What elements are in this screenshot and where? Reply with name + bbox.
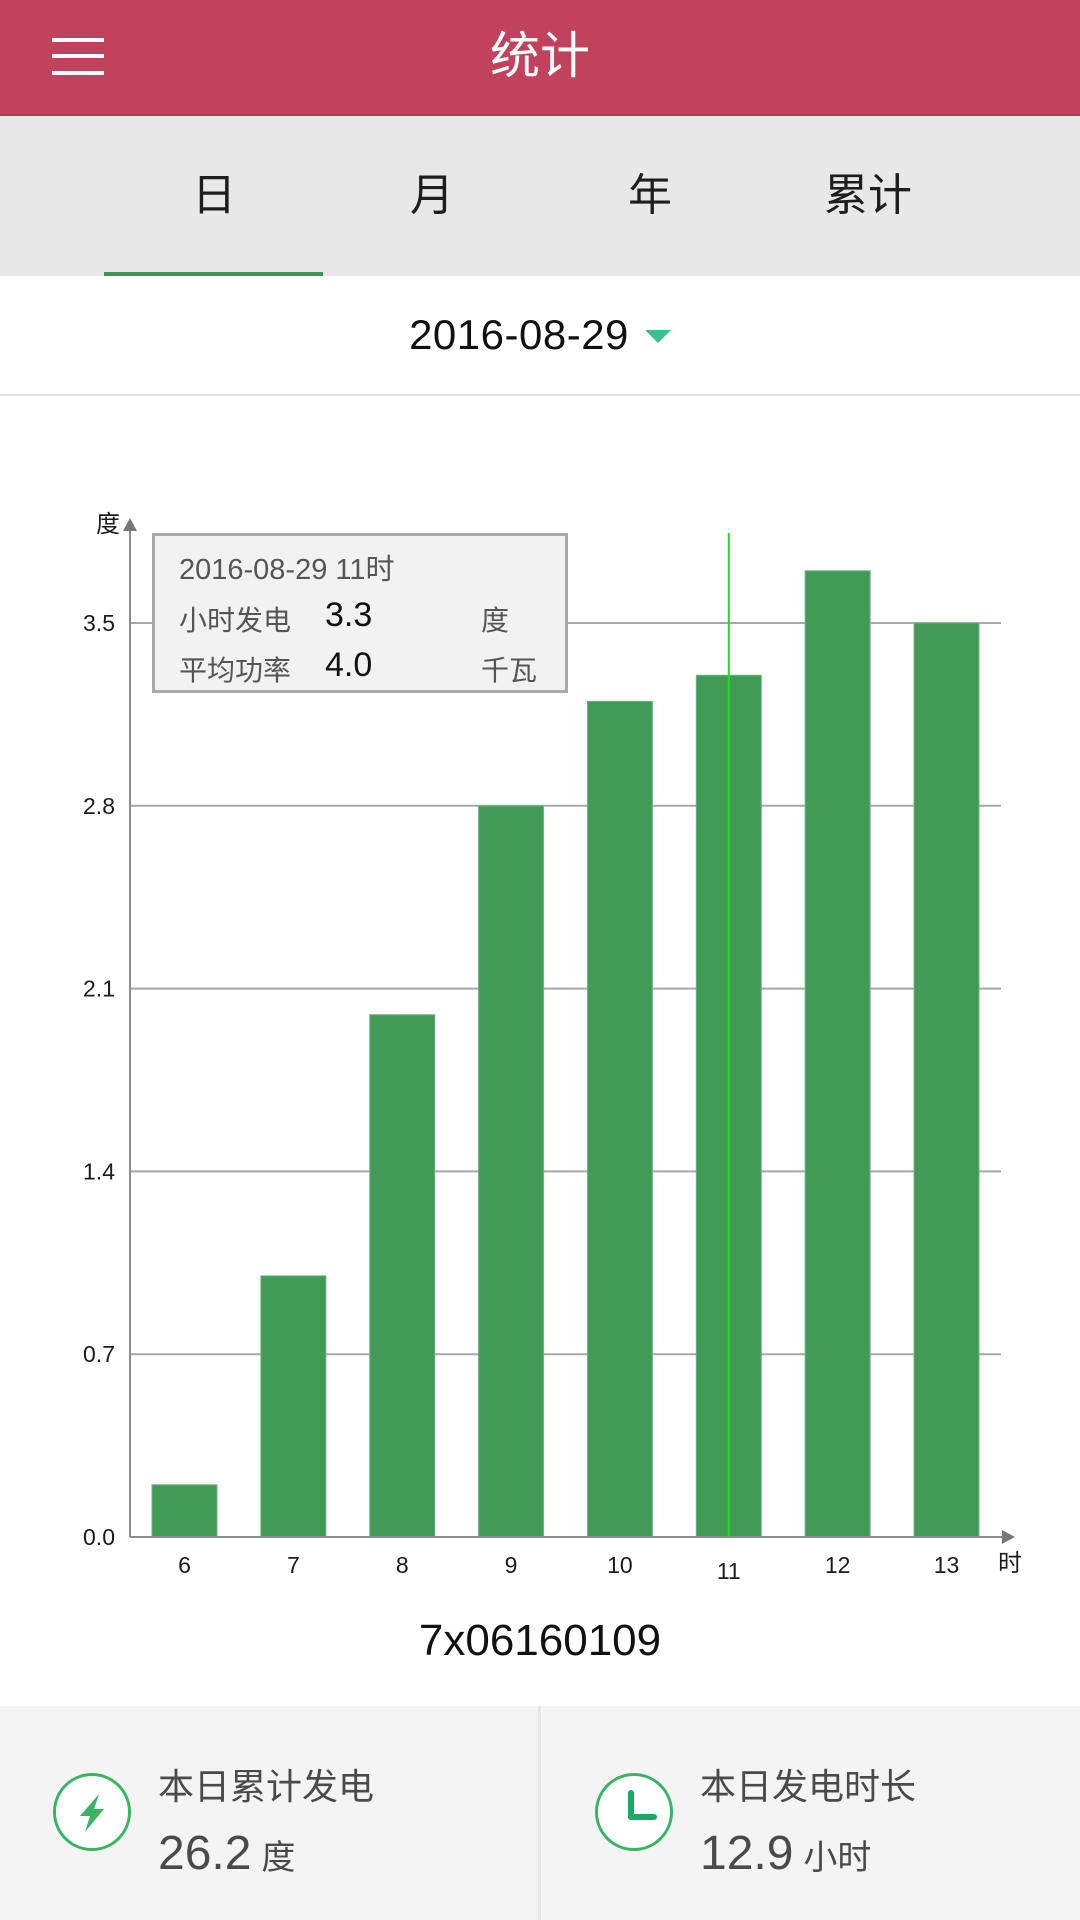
date-picker[interactable]: 2016-08-29 xyxy=(0,276,1080,394)
tooltip-label-hourly: 小时发电 xyxy=(179,604,292,637)
period-tab-bar: 日 月 年 累计 xyxy=(0,116,1080,277)
y-tick-label: 1.4 xyxy=(83,1158,115,1184)
y-axis-arrow-icon xyxy=(123,518,137,531)
lightning-bolt-icon xyxy=(53,1773,131,1851)
chart-tooltip: 2016-08-29 11时 小时发电 3.3 度 平均功率 4.0 千瓦 xyxy=(152,533,568,693)
y-tick-label: 2.1 xyxy=(83,976,115,1002)
daily-summary-footer: 本日累计发电 26.2 度 本日发电时长 12.9 小时 xyxy=(0,1706,1080,1920)
daily-duration-value-line: 12.9 小时 xyxy=(700,1826,871,1881)
hamburger-menu-icon[interactable] xyxy=(40,28,116,88)
y-tick-label: 0.0 xyxy=(83,1524,115,1550)
daily-duration-value: 12.9 xyxy=(700,1827,794,1880)
tooltip-value-power: 4.0 xyxy=(325,646,373,684)
x-axis-arrow-icon xyxy=(1002,1530,1015,1544)
bar-9[interactable] xyxy=(478,805,545,1538)
tab-cumulative[interactable]: 累计 xyxy=(759,116,977,276)
x-tick-label: 10 xyxy=(607,1552,633,1578)
x-tick-label: 7 xyxy=(287,1552,300,1578)
x-tick-labels: 6 7 8 9 10 11 12 13 xyxy=(178,1552,959,1584)
y-tick-label: 3.5 xyxy=(83,610,115,636)
caret-down-icon[interactable] xyxy=(644,329,671,343)
footer-divider xyxy=(538,1706,541,1920)
x-axis-label: 时 xyxy=(998,1549,1022,1577)
x-tick-label: 8 xyxy=(396,1552,409,1578)
daily-energy-value: 26.2 xyxy=(158,1827,252,1880)
tooltip-title: 2016-08-29 11时 xyxy=(179,554,395,586)
tab-year[interactable]: 年 xyxy=(541,116,759,276)
bar-8[interactable] xyxy=(369,1014,436,1538)
x-tick-label: 13 xyxy=(934,1552,960,1578)
y-tick-label: 2.8 xyxy=(83,793,115,819)
tooltip-unit-hourly: 度 xyxy=(481,604,510,637)
daily-duration-label: 本日发电时长 xyxy=(700,1767,917,1808)
daily-duration-unit: 小时 xyxy=(803,1839,872,1877)
y-tick-label: 0.7 xyxy=(83,1341,115,1367)
bar-6[interactable] xyxy=(151,1484,218,1538)
tooltip-value-hourly: 3.3 xyxy=(325,596,373,634)
x-tick-label: 12 xyxy=(825,1552,851,1578)
daily-energy-label: 本日累计发电 xyxy=(158,1767,375,1808)
tab-month[interactable]: 月 xyxy=(323,116,541,276)
x-tick-label: 6 xyxy=(178,1552,191,1578)
tooltip-label-power: 平均功率 xyxy=(179,654,292,687)
tab-day[interactable]: 日 xyxy=(105,116,323,276)
x-tick-label: 11 xyxy=(717,1558,741,1584)
tooltip-unit-power: 千瓦 xyxy=(481,654,538,687)
bar-13[interactable] xyxy=(913,622,980,1538)
device-id: 7x06160109 xyxy=(418,1616,662,1665)
page-title: 统计 xyxy=(490,27,590,85)
y-axis-label: 度 xyxy=(96,510,120,538)
y-tick-labels: 0.0 0.7 1.4 2.1 2.8 3.5 xyxy=(83,610,115,1550)
bars xyxy=(151,570,980,1538)
app-header: 统计 xyxy=(0,0,1080,116)
daily-energy-value-line: 26.2 度 xyxy=(158,1826,295,1881)
daily-energy-unit: 度 xyxy=(261,1839,296,1877)
bar-7[interactable] xyxy=(260,1275,327,1538)
bar-12[interactable] xyxy=(804,570,871,1538)
bar-10[interactable] xyxy=(586,700,653,1538)
clock-icon xyxy=(595,1773,673,1851)
x-tick-label: 9 xyxy=(505,1552,518,1578)
date-row: 2016-08-29 xyxy=(0,276,1080,396)
date-value[interactable]: 2016-08-29 xyxy=(409,311,629,359)
